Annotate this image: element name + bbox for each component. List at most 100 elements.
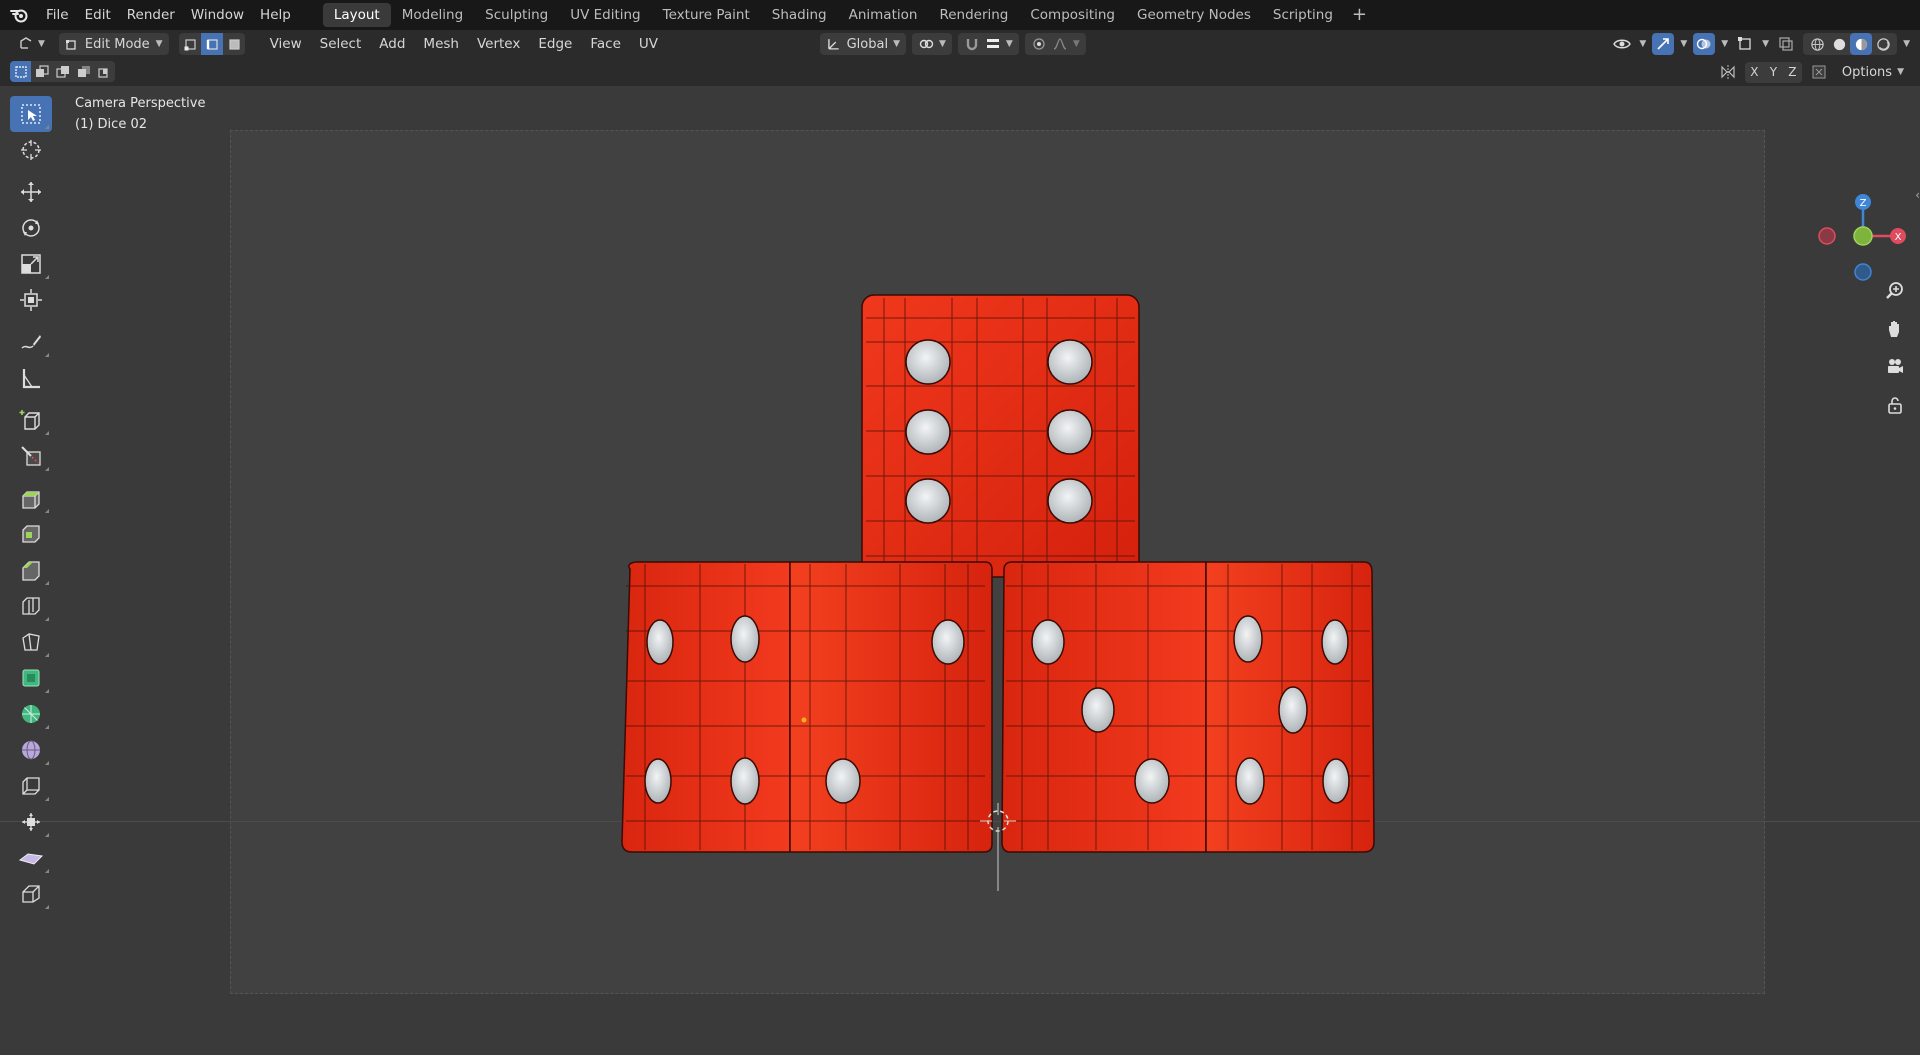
tab-shading[interactable]: Shading xyxy=(761,3,838,27)
lock-camera-button[interactable] xyxy=(1880,390,1910,420)
select-subtract-icon xyxy=(55,65,69,78)
chevron-down-icon: ▼ xyxy=(1680,39,1688,49)
tab-compositing[interactable]: Compositing xyxy=(1019,3,1126,27)
menu-uv[interactable]: UV xyxy=(630,36,667,52)
camera-view-button[interactable] xyxy=(1880,352,1910,382)
menu-select[interactable]: Select xyxy=(311,36,371,52)
falloff-curve-icon xyxy=(1053,38,1067,50)
select-box-tool[interactable] xyxy=(10,96,52,132)
menu-window[interactable]: Window xyxy=(183,4,252,26)
chevron-down-icon: ▼ xyxy=(939,39,946,49)
die-bottom-right[interactable] xyxy=(1001,561,1375,853)
rendered-shading-button[interactable] xyxy=(1872,33,1894,55)
dice-scene xyxy=(621,294,1375,891)
mirror-x-toggle[interactable]: X xyxy=(1745,62,1764,83)
select-subtract-button[interactable] xyxy=(52,61,73,82)
topology-mirror-button[interactable] xyxy=(1808,61,1830,83)
tab-uv-editing[interactable]: UV Editing xyxy=(559,3,651,27)
pan-button[interactable] xyxy=(1880,314,1910,344)
die-top[interactable] xyxy=(861,294,1140,578)
edge-select-button[interactable] xyxy=(200,33,223,55)
mesh-edit-overlays-button[interactable] xyxy=(1734,33,1756,55)
gizmo-neg-x-axis[interactable] xyxy=(1818,227,1836,245)
sidebar-collapse-arrow-icon[interactable]: ‹ xyxy=(1915,188,1920,202)
workspace-tabs: Layout Modeling Sculpting UV Editing Tex… xyxy=(322,3,1375,27)
xray-toggle-button[interactable] xyxy=(1775,33,1797,55)
select-new-button[interactable] xyxy=(10,61,31,82)
vertex-select-button[interactable] xyxy=(178,33,201,55)
bevel-tool[interactable] xyxy=(10,552,52,588)
tab-layout[interactable]: Layout xyxy=(322,3,391,27)
knife-tool[interactable] xyxy=(10,438,52,474)
transform-orientation-dropdown[interactable]: Global ▼ xyxy=(820,33,906,55)
menu-file[interactable]: File xyxy=(38,4,77,26)
tab-rendering[interactable]: Rendering xyxy=(928,3,1019,27)
extrude-tool[interactable] xyxy=(10,480,52,516)
cursor-tool[interactable] xyxy=(10,132,52,168)
sphere-icon xyxy=(22,740,40,760)
select-invert-button[interactable] xyxy=(73,61,94,82)
to-sphere-tool[interactable] xyxy=(10,876,52,912)
poly-build-tool[interactable] xyxy=(10,624,52,660)
annotate-tool[interactable] xyxy=(10,324,52,360)
chevron-down-icon: ▼ xyxy=(1903,39,1910,49)
tab-geometry-nodes[interactable]: Geometry Nodes xyxy=(1126,3,1262,27)
snap-toggle-group[interactable]: ▼ xyxy=(957,33,1019,55)
transform-tool[interactable] xyxy=(10,282,52,318)
overlays-icon xyxy=(1697,38,1711,50)
move-tool[interactable] xyxy=(10,174,52,210)
menu-edit[interactable]: Edit xyxy=(77,4,119,26)
die-bottom-left[interactable] xyxy=(621,561,993,853)
tab-sculpting[interactable]: Sculpting xyxy=(474,3,559,27)
blender-logo-icon[interactable] xyxy=(8,4,30,26)
menu-mesh[interactable]: Mesh xyxy=(414,36,468,52)
shrink-fatten-tool[interactable] xyxy=(10,732,52,768)
chevron-down-icon: ▼ xyxy=(1721,39,1729,49)
menu-render[interactable]: Render xyxy=(119,4,183,26)
material-preview-shading-button[interactable] xyxy=(1850,33,1873,55)
menu-add[interactable]: Add xyxy=(370,36,414,52)
tab-animation[interactable]: Animation xyxy=(838,3,929,27)
tab-scripting[interactable]: Scripting xyxy=(1262,3,1344,27)
proportional-editing-group[interactable]: ▼ xyxy=(1024,33,1086,55)
3d-viewport[interactable]: Camera Perspective (1) Dice 02 Z X ‹ xyxy=(0,86,1920,1055)
measure-tool[interactable] xyxy=(10,360,52,396)
solid-shading-button[interactable] xyxy=(1828,33,1850,55)
options-dropdown[interactable]: Options ▼ xyxy=(1835,61,1910,83)
loop-cut-tool[interactable] xyxy=(10,588,52,624)
mode-dropdown[interactable]: Edit Mode ▼ xyxy=(58,33,169,55)
menu-face[interactable]: Face xyxy=(581,36,630,52)
smooth-tool[interactable] xyxy=(10,696,52,732)
tab-texture-paint[interactable]: Texture Paint xyxy=(652,3,761,27)
navigation-gizmo[interactable]: Z X xyxy=(1810,182,1910,282)
mirror-y-toggle[interactable]: Y xyxy=(1764,62,1783,83)
mirror-z-toggle[interactable]: Z xyxy=(1783,62,1802,83)
rotate-tool[interactable] xyxy=(10,210,52,246)
face-select-button[interactable] xyxy=(222,33,245,55)
menu-help[interactable]: Help xyxy=(252,4,299,26)
overlays-toggle-button[interactable] xyxy=(1693,33,1716,55)
select-intersect-button[interactable] xyxy=(94,61,115,82)
menu-edge[interactable]: Edge xyxy=(529,36,581,52)
gizmo-neg-z-axis[interactable] xyxy=(1854,263,1872,281)
scale-tool[interactable] xyxy=(10,246,52,282)
visibility-dropdown[interactable] xyxy=(1611,33,1633,55)
zoom-button[interactable] xyxy=(1880,276,1910,306)
pivot-point-dropdown[interactable]: ▼ xyxy=(912,33,952,55)
inset-faces-tool[interactable] xyxy=(10,516,52,552)
menu-view[interactable]: View xyxy=(261,36,311,52)
wireframe-sphere-icon xyxy=(1810,37,1824,51)
gizmo-toggle-button[interactable] xyxy=(1652,33,1675,55)
spin-tool[interactable] xyxy=(10,660,52,696)
menu-vertex[interactable]: Vertex xyxy=(468,36,529,52)
rip-region-tool[interactable] xyxy=(10,840,52,876)
gizmo-y-axis[interactable] xyxy=(1853,226,1873,246)
add-workspace-button[interactable]: + xyxy=(1344,3,1375,27)
shear-tool[interactable] xyxy=(10,804,52,840)
tab-modeling[interactable]: Modeling xyxy=(391,3,474,27)
editor-type-dropdown[interactable]: ▼ xyxy=(12,33,51,55)
wireframe-shading-button[interactable] xyxy=(1806,33,1828,55)
add-cube-tool[interactable] xyxy=(10,402,52,438)
select-extend-button[interactable] xyxy=(31,61,52,82)
edge-slide-tool[interactable] xyxy=(10,768,52,804)
